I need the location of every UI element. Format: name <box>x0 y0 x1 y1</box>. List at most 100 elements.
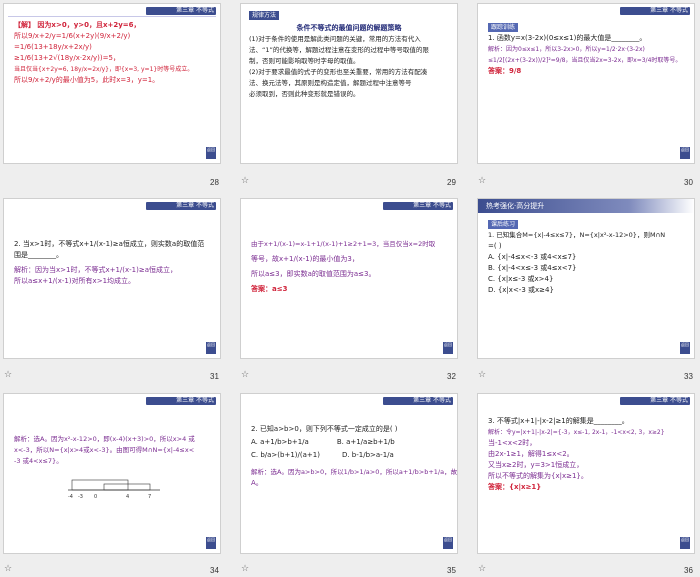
chapter-header: 第三章 不等式 <box>176 397 214 404</box>
section-banner: 热考强化·高分提升 <box>478 199 694 213</box>
solution-line: 解析：令y=|x+1|-|x-2|={-3，x≤-1, 2x-1，-1<x<2,… <box>488 429 665 436</box>
option-d[interactable]: D. {x|x<-3 或x≥4} <box>488 285 680 296</box>
solution-line: 又当x≥2时，y=3>1恒成立， <box>488 461 584 469</box>
option-d[interactable]: D. b-1/b>a-1/a <box>342 450 394 461</box>
page-number: 36 <box>684 566 693 575</box>
solution-line: 当-1<x<2时， <box>488 439 537 447</box>
solution-line: ≤1/2[(2x+(3-2x))/2]²=9/8，当且仅当2x=3-2x，即x=… <box>488 57 682 64</box>
chapter-header: 第三章 不等式 <box>176 202 214 209</box>
question-text: 围是________。 <box>14 251 63 259</box>
page-number: 32 <box>447 372 456 381</box>
return-button[interactable]: 返回 <box>680 342 690 354</box>
number-line-label: -3 <box>78 494 83 500</box>
number-line-label: 0 <box>94 494 97 500</box>
question-text: 2. 已知a>b>0，则下列不等式一定成立的是( ) <box>251 425 398 433</box>
slide-thumbnail-35[interactable]: 第三章 不等式 2. 已知a>b>0，则下列不等式一定成立的是( ) A. a+… <box>240 393 458 554</box>
banner-title: 热考强化·高分提升 <box>486 202 545 210</box>
solution-line: 当且仅当{x+2y=6, 18y/x=2x/y}，即{x=3, y=1}时等号成… <box>14 66 194 73</box>
question-text: 2. 当x>1时，不等式x+1/(x-1)≥a恒成立，则实数a的取值范 <box>14 240 205 248</box>
strategy-line: (1)对于条件的使用是解此类问题的关键，常用的方法有代入 <box>249 35 421 43</box>
return-button[interactable]: 返回 <box>443 342 453 354</box>
solution-line: 解析：因为0≤x≤1，所以3-2x>0，所以y=1/2·2x·(3-2x) <box>488 46 645 53</box>
option-c[interactable]: C. {x|x≤-3 或x>4} <box>488 274 680 285</box>
return-button[interactable]: 返回 <box>206 537 216 549</box>
number-line-label: 4 <box>126 494 129 500</box>
question-text: 1. 函数y=x(3-2x)(0≤x≤1)的最大值是________。 <box>488 34 647 42</box>
solution-line: 由于x+1/(x-1)=x-1+1/(x-1)+1≥2+1=3，当且仅当x=2时… <box>251 240 436 248</box>
slide-thumbnail-33[interactable]: 热考强化·高分提升 课后练习 1. 已知集合M={x|-4≤x≤7}，N={x|… <box>477 198 695 359</box>
star-icon[interactable]: ☆ <box>241 370 249 380</box>
question-text: 3. 不等式|x+1|-|x-2|≥1的解集是________。 <box>488 417 629 425</box>
star-icon[interactable]: ☆ <box>241 176 249 186</box>
return-button[interactable]: 返回 <box>443 537 453 549</box>
solution-line: 解析：因为当x>1时，不等式x+1/(x-1)≥a恒成立， <box>14 266 178 274</box>
slide-thumbnail-34[interactable]: 第三章 不等式 解析：选A。因为x²-x-12>0，即(x-4)(x+3)>0，… <box>3 393 221 554</box>
page-number: 31 <box>210 372 219 381</box>
return-button[interactable]: 返回 <box>680 147 690 159</box>
strategy-line: (2)对于要求最值的式子的变形也至关重要，常用的方法有配凑 <box>249 68 428 76</box>
number-line-label: 7 <box>148 494 151 500</box>
number-line-label: -4 <box>68 494 73 500</box>
strategy-line: 制，否则可能影响取等时字母的取值。 <box>249 57 360 65</box>
star-icon[interactable]: ☆ <box>241 564 249 574</box>
answer-text: 答案：{x|x≥1} <box>488 483 542 491</box>
star-icon[interactable]: ☆ <box>478 370 486 380</box>
solution-line: -3 或4<x≤7}。 <box>14 457 63 465</box>
option-b[interactable]: B. a+1/a≥b+1/b <box>337 437 395 448</box>
return-button[interactable]: 返回 <box>206 147 216 159</box>
solution-line: 所以a≤x+1/(x-1)对所有x>1均成立。 <box>14 277 136 285</box>
solution-line: 所以9/x+2/y=1/6(x+2y)(9/x+2/y) <box>14 32 131 40</box>
solution-line: 【解】 因为x>0，y>0，且x+2y=6， <box>14 21 141 29</box>
solution-line: =1/6(13+18y/x+2x/y) <box>14 43 92 51</box>
header-divider <box>8 16 216 17</box>
page-number: 33 <box>684 372 693 381</box>
solution-line: 所以9/x+2/y的最小值为5，此时x=3，y=1。 <box>14 76 160 84</box>
page-number: 35 <box>447 566 456 575</box>
slide-thumbnail-28[interactable]: 第三章 不等式 【解】 因为x>0，y>0，且x+2y=6， 所以9/x+2/y… <box>3 3 221 164</box>
strategy-line: 法、换元法等，其原则是构造定值，解题过程中注意等号 <box>249 79 412 87</box>
star-icon[interactable]: ☆ <box>478 564 486 574</box>
exercise-tag: 课后练习 <box>488 220 519 229</box>
practice-tag: 跟踪训练 <box>488 23 519 32</box>
chapter-header: 第三章 不等式 <box>650 397 688 404</box>
slide-thumbnail-29[interactable]: 规律方法 条件不等式的最值问题的解题策略 (1)对于条件的使用是解此类问题的关键… <box>240 3 458 164</box>
strategy-line: 法、“1”的代换等，解题过程注意在变形的过程中等号取值的限 <box>249 46 429 54</box>
solution-line: 解析：选A。因为x²-x-12>0，即(x-4)(x+3)>0，所以x>4 或 <box>14 435 195 443</box>
page-number: 29 <box>447 178 456 187</box>
option-b[interactable]: B. {x|-4<x≤-3 或4≤x<7} <box>488 263 680 274</box>
star-icon[interactable]: ☆ <box>4 564 12 574</box>
strategy-title: 条件不等式的最值问题的解题策略 <box>296 24 402 32</box>
question-text: =( ) <box>488 242 502 250</box>
option-a[interactable]: A. a+1/b>b+1/a <box>251 437 309 448</box>
slide-thumbnail-36[interactable]: 第三章 不等式 3. 不等式|x+1|-|x-2|≥1的解集是________。… <box>477 393 695 554</box>
solution-line: ≥1/6(13+2√(18y/x·2x/y))=5， <box>14 54 120 62</box>
question-text: 1. 已知集合M={x|-4≤x≤7}，N={x|x²-x-12>0}，则M∩N <box>488 231 666 239</box>
return-button[interactable]: 返回 <box>680 537 690 549</box>
answer-text: 答案：a≤3 <box>251 285 288 293</box>
answer-text: 答案：9/8 <box>488 67 522 75</box>
page-number: 28 <box>210 178 219 187</box>
page-number: 34 <box>210 566 219 575</box>
star-icon[interactable]: ☆ <box>4 370 12 380</box>
chapter-header: 第三章 不等式 <box>413 202 451 209</box>
solution-line: A。 <box>251 479 263 487</box>
solution-line: 所以不等式的解集为{x|x≥1}。 <box>488 472 588 480</box>
option-a[interactable]: A. {x|-4≤x<-3 或4<x≤7} <box>488 252 680 263</box>
option-c[interactable]: C. b/a>(b+1)/(a+1) <box>251 450 320 461</box>
chapter-header: 第三章 不等式 <box>176 7 214 14</box>
slide-thumbnail-32[interactable]: 第三章 不等式 由于x+1/(x-1)=x-1+1/(x-1)+1≥2+1=3，… <box>240 198 458 359</box>
number-line-figure: -4 -3 0 4 7 <box>68 479 160 500</box>
solution-line: 所以a≤3，即实数a的取值范围为a≤3。 <box>251 270 376 278</box>
solution-line: x<-3，所以N={x|x>4或x<-3}。由图可得M∩N={x|-4≤x< <box>14 446 195 454</box>
solution-line: 等号，故x+1/(x-1)的最小值为3， <box>251 255 359 263</box>
slide-thumbnail-30[interactable]: 第三章 不等式 跟踪训练 1. 函数y=x(3-2x)(0≤x≤1)的最大值是_… <box>477 3 695 164</box>
star-icon[interactable]: ☆ <box>478 176 486 186</box>
chapter-header: 第三章 不等式 <box>650 7 688 14</box>
chapter-header: 第三章 不等式 <box>413 397 451 404</box>
slide-thumbnail-31[interactable]: 第三章 不等式 2. 当x>1时，不等式x+1/(x-1)≥a恒成立，则实数a的… <box>3 198 221 359</box>
strategy-line: 必须取到，否则此种变形就是错误的。 <box>249 90 360 98</box>
solution-line: 由2x-1≥1，解得1≤x<2。 <box>488 450 574 458</box>
page-number: 30 <box>684 178 693 187</box>
method-tag: 规律方法 <box>249 11 280 20</box>
return-button[interactable]: 返回 <box>206 342 216 354</box>
